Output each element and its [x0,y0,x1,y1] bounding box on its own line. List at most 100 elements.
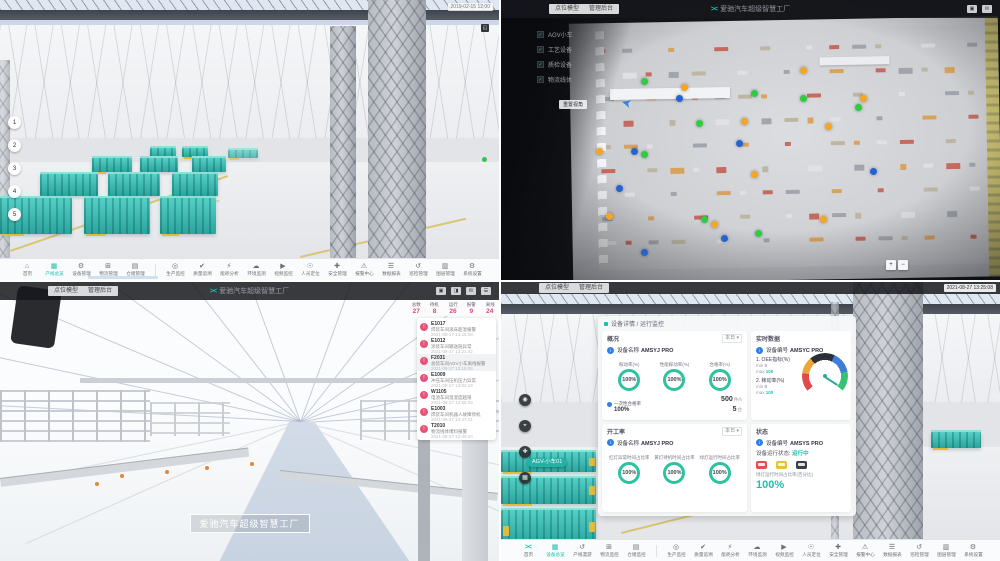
map-dot[interactable] [596,148,603,155]
scene-marker[interactable]: 3 [8,162,21,175]
legend-row[interactable]: ✓质检设备 [537,60,573,69]
map-dot[interactable] [721,235,728,242]
map-dot[interactable] [641,151,648,158]
map-dot[interactable] [616,185,623,192]
checkbox-icon[interactable]: ✓ [537,61,544,68]
toolbar-item[interactable]: ⚠报警中心 [852,543,879,558]
map-dot[interactable] [676,95,683,102]
toolbar-item[interactable]: ▦产线总览 [41,262,68,277]
scene-action-button[interactable]: ◉ [519,394,531,406]
map-dot[interactable] [631,148,638,155]
topbar-button[interactable]: ☰ [481,287,491,295]
range-select[interactable]: 本日 ▾ [722,427,742,436]
topbar-button[interactable]: ◨ [451,287,461,295]
scene-marker[interactable]: 4 [8,185,21,198]
map-dot[interactable] [870,168,877,175]
toolbar-item[interactable]: ⚙系统设置 [960,543,987,558]
topbar-button[interactable]: ▣ [436,287,446,295]
conveyor-machine[interactable] [108,174,160,196]
toolbar-item[interactable]: ◎生产监控 [162,262,189,277]
map-dot[interactable] [820,216,827,223]
toolbar-item[interactable]: ☰数据报表 [879,543,906,558]
topbar-tab[interactable]: 管理后台 [575,284,607,292]
map-dot[interactable] [855,104,862,111]
toolbar-item[interactable]: ▥图层管理 [432,262,459,277]
toolbar-item[interactable]: ✚安全管理 [324,262,351,277]
toolbar-item[interactable]: ☁环境监测 [744,543,771,558]
checkbox-icon[interactable]: ✓ [537,76,544,83]
toolbar-item[interactable]: ▶视频监控 [771,543,798,558]
toolbar-item[interactable]: ▶视频监控 [270,262,297,277]
map-dot[interactable] [800,67,807,74]
fullscreen-icon[interactable]: ◱ [481,24,489,32]
scene-action-button[interactable]: ▦ [519,472,531,484]
conveyor-machine[interactable] [84,198,150,234]
toolbar-item[interactable]: ▤仓储管理 [122,262,149,277]
scene-marker[interactable]: 2 [8,139,21,152]
alarm-list-item[interactable]: ! E1003 焊装车间机器人故障停机 2021-08-27 12:47:21 [417,405,496,422]
viewport-conveyor-hall[interactable]: 点位模型管理后台 ><爱驰汽车超级智慧工厂 ▣◨✉☰ 总数27待机8运行26报警… [0,282,499,561]
toolbar-item[interactable]: ⚙系统设置 [459,262,486,277]
toolbar-item[interactable]: ⊞物流管理 [95,262,122,277]
toolbar-item[interactable]: ><首页 [515,543,542,558]
topbar-tab[interactable]: 点位模型 [50,287,82,295]
map-dot[interactable] [751,171,758,178]
toolbar-item[interactable]: ⚠报警中心 [351,262,378,277]
legend-row[interactable]: ✓AGV小车 [537,30,573,39]
topbar-tab[interactable]: 点位模型 [541,284,573,292]
toolbar-item[interactable]: ▦设备总览 [542,543,569,558]
reset-view-button[interactable]: 重置视角 [559,100,587,109]
alarm-list-item[interactable]: ! T2010 物流线体堵料报警 2021-08-27 12:40:10 [417,422,496,439]
zoom-in-button[interactable]: + [886,260,896,270]
topbar-button[interactable]: ✉ [982,5,992,13]
toolbar-item[interactable]: ◎生产监控 [663,543,690,558]
toolbar-item[interactable]: ▥图层管理 [933,543,960,558]
map-dot[interactable] [741,118,748,125]
conveyor-machine[interactable] [228,150,258,158]
viewport-3d-factory[interactable]: 2019-02-15 12:00 ◱ 12345 ⌂首页▦产线总览⚙设备管理⊞物… [0,0,499,280]
alarm-list-item[interactable]: ! E1009 冲压车间压机压力异常 2021-08-27 13:02:19 [417,371,496,388]
topbar-tab[interactable]: 管理后台 [585,5,617,13]
map-dot[interactable] [696,120,703,127]
map-dot[interactable] [800,95,807,102]
map-dot[interactable] [641,78,648,85]
toolbar-scrollbar[interactable] [88,276,158,279]
map-dot[interactable] [701,216,708,223]
viewport-device-dashboard[interactable]: ◉⌖✚▦ AGV-小车01 设备详情 / 运行监控 概况 本日 ▾ i 设备名称… [501,282,1000,561]
conveyor-machine[interactable] [160,198,216,234]
toolbar-item[interactable]: ↺产线漫游 [569,543,596,558]
toolbar-item[interactable]: ↺巡检管理 [906,543,933,558]
alarm-list-item[interactable]: ! E1017 焊装车间滚床超温报警 2021-08-27 13:25:08 [417,320,496,337]
map-dot[interactable] [711,221,718,228]
scene-marker[interactable]: 1 [8,116,21,129]
conveyor-machine[interactable] [92,158,132,172]
conveyor-machine[interactable] [931,432,981,448]
toolbar-item[interactable]: ✔质量追溯 [189,262,216,277]
map-dot[interactable] [681,84,688,91]
toolbar-item[interactable]: ☰数据报表 [378,262,405,277]
alarm-list-item[interactable]: ! E1012 涂装车间输送链异常 2021-08-27 13:21:42 [417,337,496,354]
scene-action-button[interactable]: ✚ [519,446,531,458]
viewport-factory-map[interactable]: ➤ ✓AGV小车✓工艺设备✓质检设备✓物流线体 重置视角 + − 点位模型管理后… [501,0,1000,280]
toolbar-item[interactable]: ▤仓储监控 [623,543,650,558]
conveyor-machine[interactable] [172,174,218,196]
map-dot[interactable] [606,213,613,220]
toolbar-item[interactable]: ☉人员定位 [798,543,825,558]
toolbar-item[interactable]: ↺巡检管理 [405,262,432,277]
topbar-tab[interactable]: 管理后台 [84,287,116,295]
toolbar-item[interactable]: ⚡能耗分析 [216,262,243,277]
zoom-out-button[interactable]: − [898,260,908,270]
conveyor-machine[interactable] [192,158,226,172]
legend-row[interactable]: ✓物流线体 [537,75,573,84]
conveyor-machine[interactable] [501,478,596,504]
toolbar-item[interactable]: ☉人员定位 [297,262,324,277]
alarm-list-item[interactable]: ! W1105 电池车间温湿度越限 2021-08-27 12:55:33 [417,388,496,405]
map-dot[interactable] [825,123,832,130]
toolbar-item[interactable]: ⚡能耗分析 [717,543,744,558]
scene-action-button[interactable]: ⌖ [519,420,531,432]
topbar-button[interactable]: ▣ [967,5,977,13]
legend-row[interactable]: ✓工艺设备 [537,45,573,54]
toolbar-item[interactable]: ⊞物流监控 [596,543,623,558]
topbar-button[interactable]: ✉ [466,287,476,295]
conveyor-machine[interactable] [140,158,178,172]
